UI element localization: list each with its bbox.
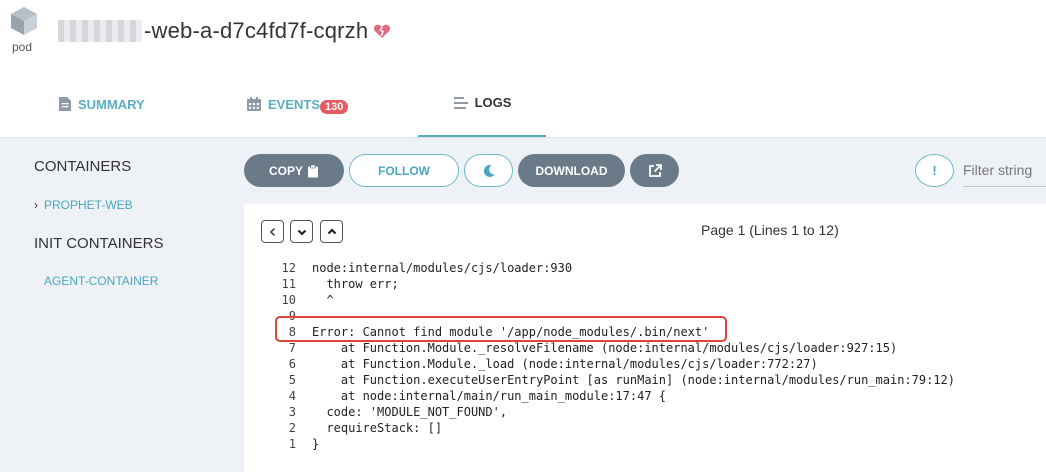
log-line: 3 code: 'MODULE_NOT_FOUND',	[244, 404, 1046, 420]
scroll-up-button[interactable]	[320, 220, 343, 243]
log-line: 12 node:internal/modules/cjs/loader:930	[244, 260, 1046, 276]
download-label: DOWNLOAD	[535, 163, 608, 178]
chevron-down-icon	[297, 229, 306, 236]
log-text: }	[312, 437, 320, 451]
calendar-icon	[247, 97, 261, 111]
containers-sidebar: CONTAINERS › PROPHET-WEB INIT CONTAINERS…	[0, 139, 244, 472]
log-line: 1}	[244, 436, 1046, 452]
log-line: 7 at Function.Module._resolveFilename (n…	[244, 340, 1046, 356]
chevron-left-icon	[269, 227, 275, 236]
previous-page-button[interactable]	[261, 220, 284, 243]
chevron-right-icon: ›	[34, 198, 38, 212]
clipboard-icon	[308, 164, 318, 177]
line-number: 6	[288, 357, 296, 371]
log-text: at Function.executeUserEntryPoint [as ru…	[312, 373, 955, 387]
log-line: 11 throw err;	[244, 276, 1046, 292]
error-highlight-box	[275, 316, 727, 342]
events-count-badge: 130	[320, 100, 349, 114]
containers-heading: CONTAINERS	[34, 158, 132, 175]
moon-icon	[483, 164, 495, 177]
log-line: 5 at Function.executeUserEntryPoint [as …	[244, 372, 1046, 388]
line-number: 2	[288, 421, 296, 435]
log-line: 6 at Function.Module._load (node:interna…	[244, 356, 1046, 372]
tab-label: SUMMARY	[78, 96, 145, 112]
theme-toggle-button[interactable]	[464, 154, 513, 187]
container-name: PROPHET-WEB	[44, 198, 133, 212]
download-button[interactable]: DOWNLOAD	[518, 154, 625, 187]
cube-icon	[11, 7, 37, 35]
line-number: 5	[288, 373, 296, 387]
external-link-icon	[648, 163, 662, 177]
container-name: AGENT-CONTAINER	[44, 274, 159, 288]
tab-logs[interactable]: LOGS	[418, 70, 546, 137]
lines-icon	[453, 96, 468, 109]
log-text: at node:internal/main/run_main_module:17…	[312, 389, 667, 403]
line-number: 7	[288, 341, 296, 355]
log-text: node:internal/modules/cjs/loader:930	[312, 261, 573, 275]
tab-summary[interactable]: SUMMARY	[58, 70, 145, 138]
log-line: 10 ^	[244, 292, 1046, 308]
log-lines: 12 node:internal/modules/cjs/loader:930 1…	[244, 260, 1046, 452]
tab-label: EVENTS	[268, 96, 321, 112]
follow-label: FOLLOW	[378, 163, 430, 178]
log-line: 4 at node:internal/main/run_main_module:…	[244, 388, 1046, 404]
scroll-down-button[interactable]	[290, 220, 313, 243]
sidebar-item-agent-container[interactable]: AGENT-CONTAINER	[44, 274, 158, 288]
page-info: Page 1 (Lines 1 to 12)	[701, 222, 839, 238]
follow-button[interactable]: FOLLOW	[349, 154, 459, 187]
line-number: 10	[281, 293, 296, 307]
line-number: 11	[281, 277, 296, 291]
copy-label: COPY	[268, 163, 303, 178]
log-panel: Page 1 (Lines 1 to 12) 12 node:internal/m…	[244, 204, 1046, 472]
info-button[interactable]: !	[915, 154, 954, 187]
log-text: at Function.Module._resolveFilename (nod…	[312, 341, 898, 355]
log-text: code: 'MODULE_NOT_FOUND',	[312, 405, 508, 419]
sidebar-item-prophet-web[interactable]: › PROPHET-WEB	[34, 198, 133, 212]
tab-bar: SUMMARY EVENTS 130 LOGS	[0, 70, 1046, 138]
log-line: 2 requireStack: []	[244, 420, 1046, 436]
init-containers-heading: INIT CONTAINERS	[34, 235, 164, 252]
line-number: 1	[288, 437, 296, 451]
line-number: 4	[288, 389, 296, 403]
document-icon	[59, 97, 71, 111]
copy-button[interactable]: COPY	[244, 154, 344, 187]
tab-label: LOGS	[474, 95, 512, 110]
log-text: requireStack: []	[312, 421, 443, 435]
line-number: 12	[281, 261, 296, 275]
log-text: ^	[312, 293, 334, 307]
tab-events[interactable]: EVENTS	[246, 70, 320, 138]
page-header: pod -web-a-d7c4fd7f-cqrzh	[0, 0, 1046, 70]
log-text: at Function.Module._load (node:internal/…	[312, 357, 818, 371]
pod-name: -web-a-d7c4fd7f-cqrzh	[144, 18, 369, 43]
broken-heart-icon	[374, 24, 391, 38]
log-text: throw err;	[312, 277, 399, 291]
redacted-text	[58, 20, 142, 42]
resource-type-label: pod	[12, 40, 33, 54]
open-new-window-button[interactable]	[630, 154, 679, 187]
filter-input[interactable]	[963, 154, 1046, 187]
line-number: 3	[288, 405, 296, 419]
page-title: -web-a-d7c4fd7f-cqrzh	[58, 16, 391, 46]
chevron-up-icon	[327, 227, 336, 234]
